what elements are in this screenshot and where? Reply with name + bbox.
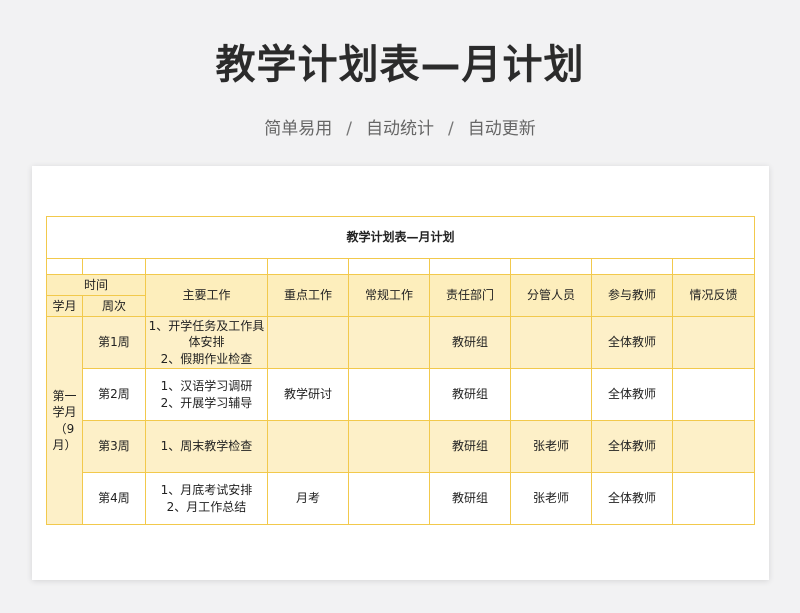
blank-cell[interactable] (510, 258, 592, 275)
subtitle-separator: / (346, 119, 352, 139)
routine-work-cell[interactable] (348, 472, 430, 525)
teachers-cell[interactable]: 全体教师 (591, 368, 673, 421)
manager-cell[interactable]: 张老师 (510, 472, 592, 525)
month-cell[interactable]: 第一学月（9月） (46, 316, 83, 525)
feedback-cell[interactable] (671, 472, 756, 525)
main-work-cell[interactable]: 1、汉语学习调研 2、开展学习辅导 (145, 368, 268, 421)
main-work-cell[interactable]: 1、周末教学检查 (145, 420, 268, 473)
key-work-cell[interactable]: 教学研讨 (267, 368, 349, 421)
header-month[interactable]: 学月 (46, 295, 83, 317)
key-work-cell[interactable]: 月考 (267, 472, 349, 525)
header-feedback[interactable]: 情况反馈 (671, 274, 756, 317)
feedback-cell[interactable] (671, 420, 756, 473)
blank-cell[interactable] (671, 258, 756, 275)
blank-cell[interactable] (429, 258, 511, 275)
manager-cell[interactable]: 张老师 (510, 420, 592, 473)
dept-cell[interactable]: 教研组 (429, 472, 511, 525)
table-row: 第一学月（9月） 第1周 1、开学任务及工作具体安排 2、假期作业检查 教研组 … (46, 316, 756, 525)
blank-cell[interactable] (82, 258, 146, 275)
week-cell[interactable]: 第4周 (82, 472, 146, 525)
subtitle-item-easy: 简单易用 (264, 119, 333, 139)
spreadsheet-preview: 教学计划表—月计划 时间 主要工作 重点工作 常规工作 责任部门 分管人员 参与… (32, 166, 769, 580)
header-teachers[interactable]: 参与教师 (591, 274, 673, 317)
manager-cell[interactable] (510, 368, 592, 421)
main-work-cell[interactable]: 1、开学任务及工作具体安排 2、假期作业检查 (145, 316, 268, 369)
main-work-cell[interactable]: 1、月底考试安排 2、月工作总结 (145, 472, 268, 525)
subtitle: 简单易用 / 自动统计 / 自动更新 (0, 114, 800, 139)
week-cell[interactable]: 第2周 (82, 368, 146, 421)
feedback-cell[interactable] (671, 316, 756, 369)
key-work-cell[interactable] (267, 420, 349, 473)
teachers-cell[interactable]: 全体教师 (591, 316, 673, 369)
dept-cell[interactable]: 教研组 (429, 420, 511, 473)
key-work-cell[interactable] (267, 316, 349, 369)
feedback-cell[interactable] (671, 368, 756, 421)
week-cell[interactable]: 第1周 (82, 316, 146, 369)
table-row: 第3周 1、周末教学检查 教研组 张老师 全体教师 (47, 420, 756, 473)
sheet-title[interactable]: 教学计划表—月计划 (45, 216, 756, 259)
header-routine-work[interactable]: 常规工作 (348, 274, 430, 317)
header-main-work[interactable]: 主要工作 (145, 274, 268, 317)
table-row: 第4周 1、月底考试安排 2、月工作总结 月考 教研组 张老师 全体教师 (47, 472, 756, 525)
subtitle-item-stats: 自动统计 (366, 119, 434, 139)
dept-cell[interactable]: 教研组 (429, 368, 511, 421)
routine-work-cell[interactable] (348, 316, 430, 369)
table-row: 第2周 1、汉语学习调研 2、开展学习辅导 教学研讨 教研组 全体教师 (47, 368, 756, 421)
dept-cell[interactable]: 教研组 (429, 316, 511, 369)
blank-cell[interactable] (145, 258, 268, 275)
week-cell[interactable]: 第3周 (82, 420, 146, 473)
plan-table: 教学计划表—月计划 时间 主要工作 重点工作 常规工作 责任部门 分管人员 参与… (45, 216, 756, 525)
manager-cell[interactable] (510, 316, 592, 369)
subtitle-item-update: 自动更新 (467, 119, 536, 139)
blank-cell[interactable] (267, 258, 349, 275)
header-week[interactable]: 周次 (82, 295, 146, 317)
page-title: 教学计划表—月计划 (215, 42, 585, 88)
routine-work-cell[interactable] (348, 420, 430, 473)
header-key-work[interactable]: 重点工作 (267, 274, 349, 317)
blank-cell[interactable] (348, 258, 430, 275)
blank-cell[interactable] (46, 258, 83, 275)
header-time[interactable]: 时间 (46, 274, 146, 296)
header-manager[interactable]: 分管人员 (510, 274, 592, 317)
routine-work-cell[interactable] (348, 368, 430, 421)
header-dept[interactable]: 责任部门 (429, 274, 511, 317)
subtitle-separator: / (448, 119, 454, 139)
teachers-cell[interactable]: 全体教师 (591, 420, 673, 473)
teachers-cell[interactable]: 全体教师 (591, 472, 673, 525)
blank-cell[interactable] (591, 258, 673, 275)
